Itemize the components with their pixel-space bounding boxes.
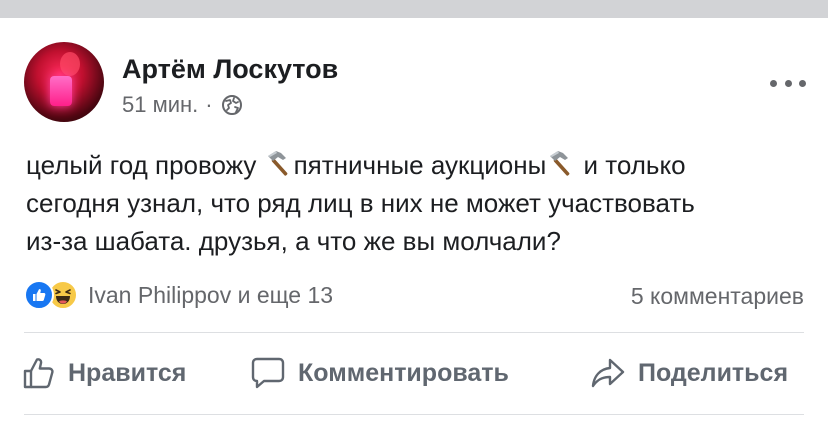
post-text-segment: и только xyxy=(576,150,686,180)
more-options-icon[interactable] xyxy=(770,76,806,90)
comments-count-link[interactable]: 5 комментариев xyxy=(631,283,804,310)
avatar-neon-sign xyxy=(50,76,72,106)
comment-button[interactable]: Комментировать xyxy=(250,348,509,398)
reactions-names: Ivan Philippov и еще 13 xyxy=(88,281,334,308)
comment-bubble-icon xyxy=(251,357,285,389)
share-button[interactable]: Поделиться xyxy=(590,348,788,398)
reactions-summary[interactable]: Ivan Philippov и еще 13 xyxy=(24,278,333,312)
post-card: Артём Лоскутов 51 мин. · целый год прово… xyxy=(0,18,828,424)
top-separator-strip xyxy=(0,0,828,18)
divider xyxy=(24,332,804,333)
like-label: Нравится xyxy=(68,358,187,387)
post-text-line-2: сегодня узнал, что ряд лиц в них не може… xyxy=(26,188,695,218)
globe-icon[interactable] xyxy=(221,94,243,116)
meta-separator: · xyxy=(205,92,213,117)
post-text: целый год провожу пятничные аукционы и т… xyxy=(26,146,806,260)
like-button[interactable]: Нравится xyxy=(22,348,186,398)
hammer-icon xyxy=(267,151,288,176)
avatar-light xyxy=(60,52,80,76)
author-name[interactable]: Артём Лоскутов xyxy=(122,54,338,85)
thumbs-up-icon xyxy=(23,358,54,389)
post-time[interactable]: 51 мин. xyxy=(122,92,198,118)
post-text-segment: пятничные аукционы xyxy=(293,150,547,180)
avatar[interactable] xyxy=(24,42,104,122)
action-bar: Нравится Комментировать Поделиться xyxy=(0,348,828,398)
share-label: Поделиться xyxy=(638,358,789,387)
hammer-icon xyxy=(550,151,570,176)
post-text-line-1: целый год провожу пятничные аукционы и т… xyxy=(26,146,806,184)
share-arrow-icon xyxy=(591,358,625,388)
post-text-segment: целый год провожу xyxy=(26,150,264,180)
divider xyxy=(24,414,804,415)
like-reaction-icon xyxy=(24,280,54,310)
comment-label: Комментировать xyxy=(298,358,509,387)
post-meta: 51 мин. · xyxy=(122,92,243,118)
post-text-line-3: из-за шабата. друзья, а что же вы молчал… xyxy=(26,226,561,256)
